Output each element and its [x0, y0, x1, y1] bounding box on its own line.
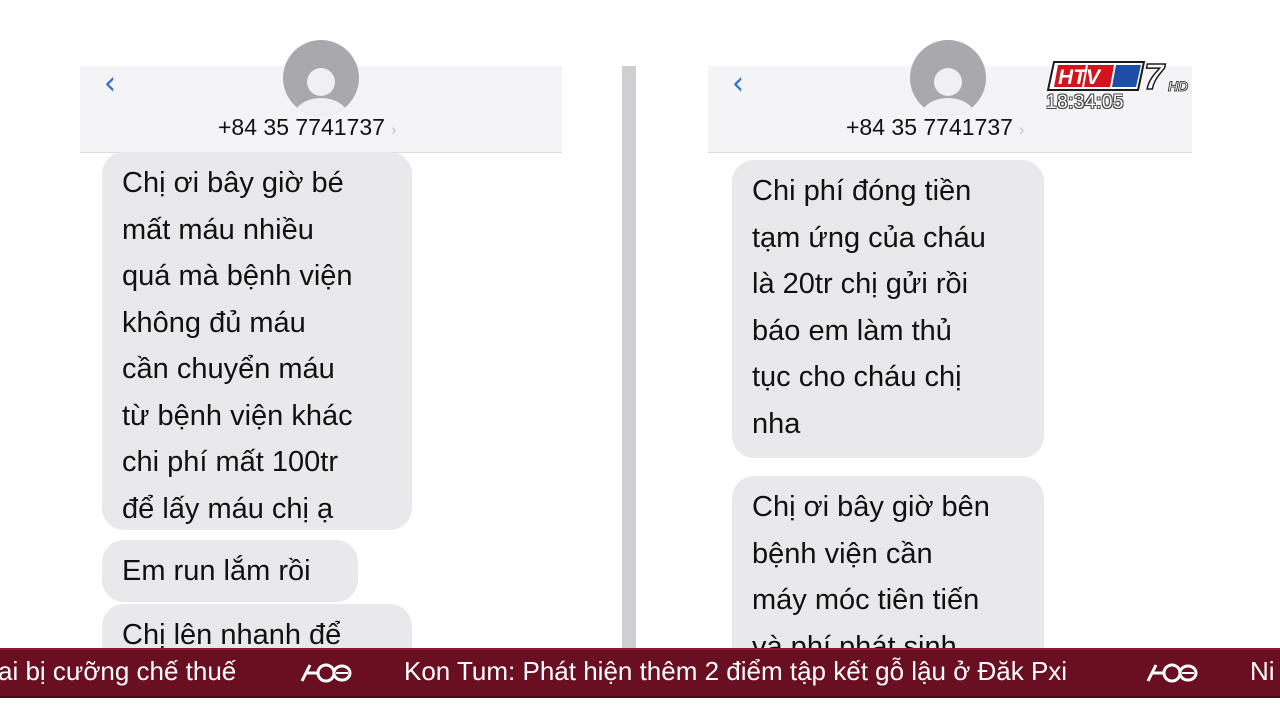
- message-line: Chị ơi bây giờ bên: [752, 491, 990, 523]
- message-line: không đủ máu: [122, 306, 306, 339]
- message-line: tục cho cháu chị: [752, 361, 962, 393]
- message-line: Em run lắm rồi: [122, 555, 311, 587]
- broadcast-clock: 18:34:05: [1046, 92, 1124, 113]
- contact-phone-text: +84 35 7741737: [846, 114, 1013, 140]
- chevron-right-icon: ›: [390, 120, 397, 139]
- message-line: để lấy máu chị ạ: [122, 492, 334, 525]
- contact-avatar-icon: [283, 40, 359, 116]
- channel-brand: HTV: [1058, 66, 1102, 89]
- message-line: từ bệnh viện khác: [122, 399, 353, 432]
- message-line: nha: [752, 407, 801, 440]
- message-line: bệnh viện cần: [752, 537, 933, 570]
- message-bubble: Chi phí đóng tiền tạm ứng của cháu là 20…: [732, 160, 1044, 458]
- message-line: Chị ơi bây giờ bé: [122, 167, 344, 199]
- htv-ticker-logo-icon: [300, 663, 352, 683]
- back-chevron-icon[interactable]: ‹: [732, 64, 744, 103]
- message-line: mất máu nhiều: [122, 213, 314, 246]
- message-line: quá mà bệnh viện: [122, 260, 353, 292]
- ticker-item: Ni: [1250, 656, 1275, 686]
- contact-phone[interactable]: +84 35 7741737 ›: [218, 114, 397, 141]
- contact-phone-text: +84 35 7741737: [218, 114, 385, 140]
- panel-divider: [622, 66, 636, 650]
- message-bubble: Chị ơi bây giờ bé mất máu nhiều quá mà b…: [102, 152, 412, 530]
- back-chevron-icon[interactable]: ‹: [104, 64, 116, 103]
- channel-quality: HD: [1168, 78, 1188, 94]
- left-chat-screenshot: ‹ +84 35 7741737 › Chị ơi bây giờ bé mất …: [80, 0, 562, 650]
- chevron-right-icon: ›: [1018, 120, 1025, 139]
- message-line: Chi phí đóng tiền: [752, 175, 972, 207]
- message-bubble: Chị lên nhanh để: [102, 604, 412, 650]
- htv-ticker-logo-icon: [1146, 663, 1198, 683]
- message-line: báo em làm thủ: [752, 314, 952, 347]
- channel-number: 7: [1144, 58, 1166, 97]
- message-line: chi phí mất 100tr: [122, 446, 338, 478]
- chat-header: ‹ +84 35 7741737 ›: [80, 40, 562, 153]
- message-bubble: Chị ơi bây giờ bên bệnh viện cần máy móc…: [732, 476, 1044, 650]
- message-line: và phí phát sinh: [752, 630, 957, 651]
- ticker-item: ai bị cưỡng chế thuế: [0, 656, 237, 686]
- news-ticker: ai bị cưỡng chế thuế Kon Tum: Phát hiện …: [0, 648, 1280, 698]
- message-line: là 20tr chị gửi rồi: [752, 268, 969, 300]
- message-line: cần chuyển máu: [122, 353, 335, 385]
- message-line: Chị lên nhanh để: [122, 619, 342, 650]
- contact-phone[interactable]: +84 35 7741737 ›: [846, 114, 1025, 141]
- message-bubble: Em run lắm rồi: [102, 540, 358, 602]
- contact-avatar-icon: [910, 40, 986, 116]
- message-line: máy móc tiên tiến: [752, 584, 980, 616]
- ticker-item: Kon Tum: Phát hiện thêm 2 điểm tập kết g…: [404, 656, 1068, 686]
- message-line: tạm ứng của cháu: [752, 221, 986, 254]
